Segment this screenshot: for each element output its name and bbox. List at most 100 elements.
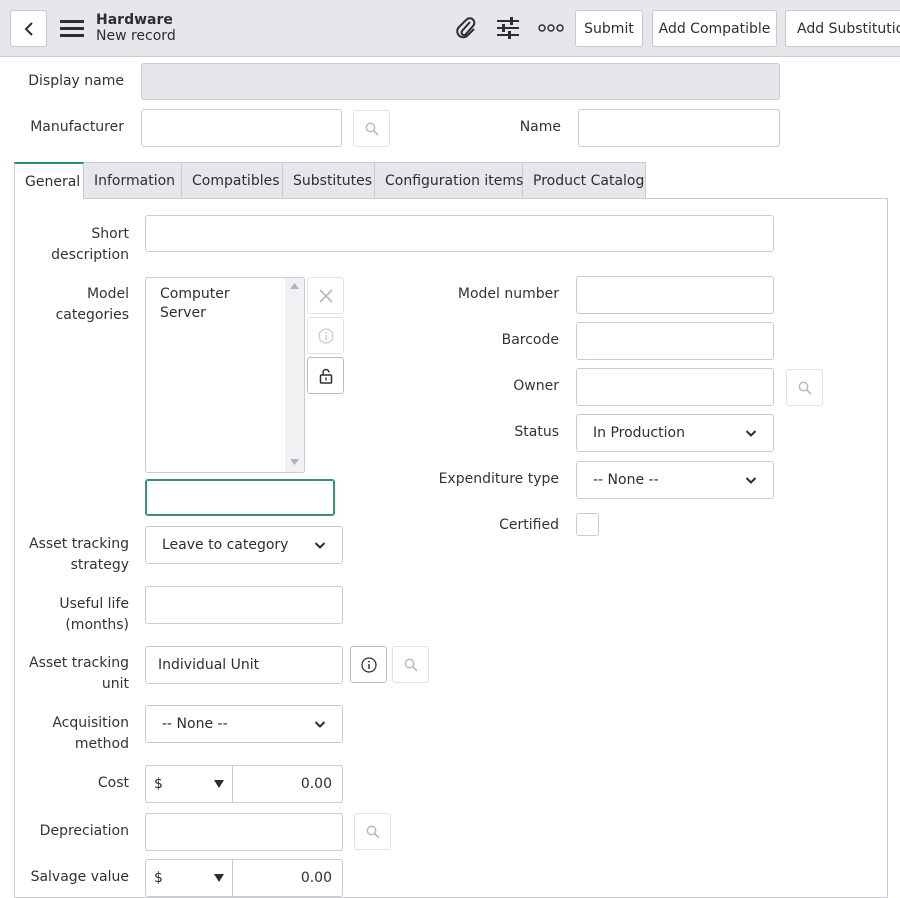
cost-field: $ 0.00 — [145, 765, 343, 803]
asset-tracking-unit-lookup-button[interactable] — [392, 646, 429, 683]
model-categories-scrollbar[interactable] — [285, 278, 304, 472]
model-categories-list[interactable]: Computer Server — [145, 277, 305, 473]
expenditure-type-selected-value: -- None -- — [593, 472, 659, 488]
owner-lookup-button[interactable] — [786, 369, 823, 406]
search-icon — [365, 122, 379, 136]
settings-sliders-icon[interactable] — [494, 14, 522, 42]
acquisition-method-select[interactable]: -- None -- — [145, 705, 343, 743]
certified-checkbox[interactable] — [576, 513, 599, 536]
owner-label: Owner — [513, 378, 559, 394]
tab-panel-top-border — [646, 198, 888, 199]
unlock-icon — [319, 368, 332, 384]
search-icon — [798, 381, 812, 395]
form-tabs: General Information Compatibles Substitu… — [14, 162, 646, 199]
cost-amount-input[interactable]: 0.00 — [233, 766, 342, 802]
salvage-value-label: Salvage value — [30, 869, 129, 885]
salvage-value-field: $ 0.00 — [145, 859, 343, 897]
short-description-field[interactable] — [145, 215, 774, 252]
display-name-label: Display name — [28, 73, 124, 89]
cost-currency-value: $ — [154, 776, 163, 792]
category-info-button[interactable] — [307, 317, 344, 354]
model-number-field[interactable] — [576, 276, 774, 314]
depreciation-lookup-button[interactable] — [354, 813, 391, 850]
asset-tracking-unit-label-line1: Asset tracking — [29, 655, 129, 671]
scroll-down-icon[interactable] — [290, 459, 299, 465]
cost-currency-select[interactable]: $ — [146, 766, 233, 802]
certified-label: Certified — [499, 517, 559, 533]
depreciation-field[interactable] — [145, 813, 343, 851]
display-name-field — [141, 63, 780, 100]
acquisition-method-label-line2: method — [74, 736, 129, 752]
asset-tracking-strategy-label-line2: strategy — [70, 557, 129, 573]
tab-compatibles[interactable]: Compatibles — [182, 162, 283, 199]
add-substitution-button[interactable]: Add Substitution — [785, 10, 900, 47]
salvage-amount-input[interactable]: 0.00 — [233, 860, 342, 896]
asset-tracking-unit-label: Asset tracking unit — [20, 653, 129, 695]
add-compatible-button[interactable]: Add Compatible — [652, 10, 777, 47]
info-icon — [317, 327, 334, 344]
scroll-up-icon[interactable] — [290, 283, 299, 289]
status-label: Status — [514, 424, 559, 440]
asset-tracking-strategy-select[interactable]: Leave to category — [145, 526, 343, 564]
model-categories-search-input[interactable] — [145, 479, 335, 516]
model-categories-label: Model categories — [55, 286, 129, 323]
unlock-category-button[interactable] — [307, 357, 344, 394]
tab-information[interactable]: Information — [84, 162, 182, 199]
info-icon — [360, 656, 377, 673]
search-icon — [366, 825, 380, 839]
acquisition-method-selected-value: -- None -- — [162, 716, 228, 732]
caret-down-icon — [214, 874, 224, 882]
tab-substitutes[interactable]: Substitutes — [283, 162, 375, 199]
search-icon — [404, 658, 418, 672]
barcode-label: Barcode — [501, 332, 559, 348]
asset-tracking-unit-info-button[interactable] — [350, 646, 387, 683]
tab-configuration-items[interactable]: Configuration items — [375, 162, 523, 199]
chevron-left-icon — [24, 21, 33, 36]
chevron-down-icon — [314, 542, 326, 549]
name-field[interactable] — [578, 109, 780, 147]
remove-category-button[interactable] — [307, 277, 344, 314]
chevron-down-icon — [314, 721, 326, 728]
paperclip-icon[interactable] — [452, 14, 480, 42]
status-select[interactable]: In Production — [576, 414, 774, 452]
owner-field[interactable] — [576, 368, 774, 406]
chevron-down-icon — [745, 477, 757, 484]
acquisition-method-label: Acquisition method — [20, 713, 129, 755]
manufacturer-field[interactable] — [141, 109, 342, 147]
short-description-label-line1: Short — [91, 226, 129, 242]
list-item[interactable]: Server — [160, 304, 206, 323]
asset-tracking-strategy-label: Asset tracking strategy — [20, 534, 129, 576]
table-name: Hardware — [96, 12, 173, 28]
record-subtitle: New record — [96, 28, 176, 44]
back-button[interactable] — [10, 10, 47, 47]
useful-life-field[interactable] — [145, 586, 343, 624]
close-icon — [318, 288, 333, 303]
name-label: Name — [519, 119, 561, 135]
short-description-label-line2: description — [51, 247, 129, 263]
status-selected-value: In Production — [593, 425, 685, 441]
barcode-field[interactable] — [576, 322, 774, 360]
list-item[interactable]: Computer — [160, 285, 230, 304]
useful-life-label: Useful life (months) — [20, 594, 129, 636]
acquisition-method-label-line1: Acquisition — [52, 715, 129, 731]
expenditure-type-select[interactable]: -- None -- — [576, 461, 774, 499]
asset-tracking-strategy-label-line1: Asset tracking — [29, 536, 129, 552]
chevron-down-icon — [745, 430, 757, 437]
more-options-icon[interactable] — [537, 14, 565, 42]
useful-life-label-line1: Useful life — [59, 596, 129, 612]
manufacturer-lookup-button[interactable] — [353, 110, 390, 147]
tab-general[interactable]: General — [14, 162, 84, 199]
asset-tracking-strategy-selected-value: Leave to category — [162, 537, 289, 553]
record-title: Hardware New record — [96, 12, 176, 44]
submit-button[interactable]: Submit — [575, 10, 643, 47]
short-description-label: Short description — [20, 224, 129, 266]
caret-down-icon — [214, 780, 224, 788]
useful-life-label-line2: (months) — [65, 617, 129, 633]
salvage-currency-select[interactable]: $ — [146, 860, 233, 896]
cost-label: Cost — [97, 775, 129, 791]
tab-product-catalog[interactable]: Product Catalog — [523, 162, 646, 199]
hamburger-menu-icon[interactable] — [58, 14, 86, 42]
asset-tracking-unit-field[interactable]: Individual Unit — [145, 646, 343, 684]
model-number-label: Model number — [457, 286, 559, 302]
expenditure-type-label: Expenditure type — [438, 471, 559, 487]
